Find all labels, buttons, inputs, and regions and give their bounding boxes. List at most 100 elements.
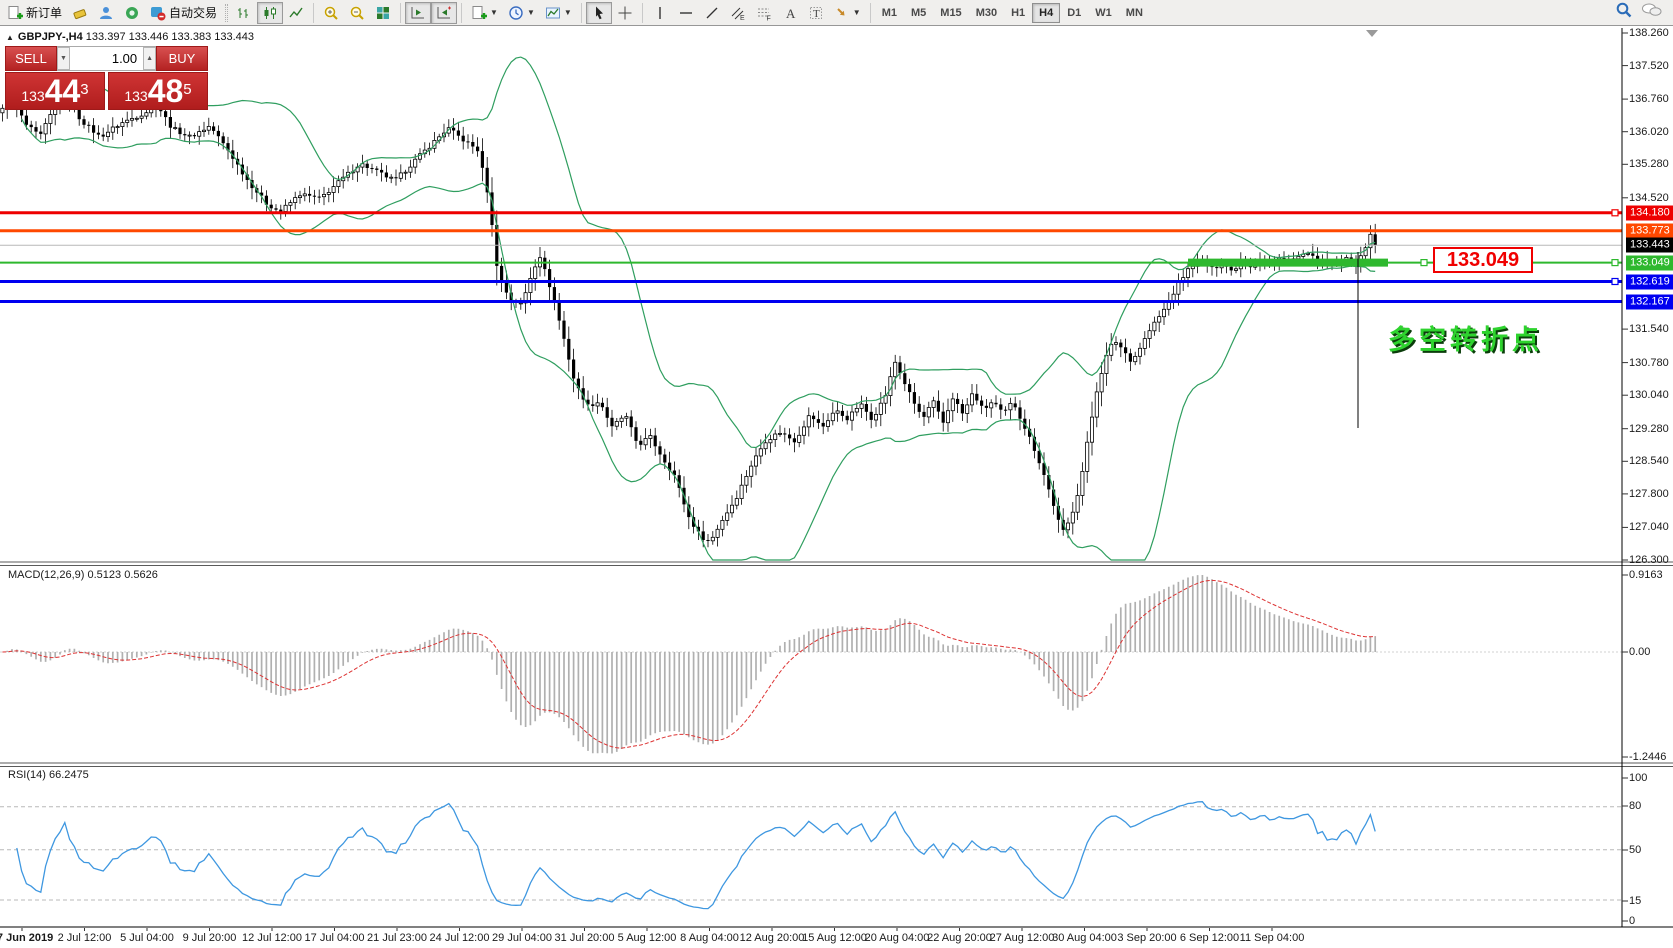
volume-increase-button[interactable]: ▲ xyxy=(143,47,156,70)
chart-window[interactable]: ▲GBPJPY-,H4 133.397 133.446 133.383 133.… xyxy=(0,26,1673,948)
price-line-label: 133.443 xyxy=(1626,238,1673,253)
buy-price[interactable]: 133485 xyxy=(108,72,208,110)
toolbar-separator xyxy=(642,3,643,23)
arrows-button[interactable]: ▼ xyxy=(829,2,866,24)
price-tick-label: 127.040 xyxy=(1629,521,1669,533)
buy-price-sup: 5 xyxy=(183,73,191,107)
svg-text:A: A xyxy=(786,6,796,21)
date-tick-label: 12 Jul 12:00 xyxy=(242,932,302,944)
autotrade-label: 自动交易 xyxy=(169,4,217,21)
date-tick-label: 5 Jul 04:00 xyxy=(120,932,174,944)
equidistant-channel-button[interactable]: E xyxy=(725,2,751,24)
zoom-in-icon xyxy=(323,5,339,21)
chart-canvas[interactable] xyxy=(0,26,1673,948)
equidistant-channel-icon: E xyxy=(730,5,746,21)
date-tick-label: 27 Jun 2019 xyxy=(0,932,53,944)
price-tick-label: 136.760 xyxy=(1629,93,1669,105)
timeframe-d1-button[interactable]: D1 xyxy=(1060,3,1088,23)
fibonacci-button[interactable]: F xyxy=(751,2,777,24)
period-button[interactable]: ▼ xyxy=(503,2,540,24)
candlestick-chart-button[interactable] xyxy=(257,2,283,24)
cursor-button[interactable] xyxy=(586,2,612,24)
macd-tick-label: -1.2446 xyxy=(1629,751,1666,763)
volume-decrease-button[interactable]: ▼ xyxy=(57,47,70,70)
trendline-button[interactable] xyxy=(699,2,725,24)
chat-icon[interactable] xyxy=(1641,1,1663,24)
bar-chart-icon xyxy=(236,5,252,21)
buy-button[interactable]: BUY xyxy=(156,46,208,71)
candlestick-chart-icon xyxy=(262,5,278,21)
vertical-line-button[interactable] xyxy=(647,2,673,24)
date-tick-label: 27 Aug 12:00 xyxy=(990,932,1055,944)
price-tick-label: 135.280 xyxy=(1629,158,1669,170)
timeframe-m15-button[interactable]: M15 xyxy=(933,3,968,23)
horizontal-line-button[interactable] xyxy=(673,2,699,24)
sell-price[interactable]: 133443 xyxy=(5,72,105,110)
line-handle xyxy=(1612,210,1618,216)
timeframe-h4-button[interactable]: H4 xyxy=(1032,3,1060,23)
timeframe-m30-button[interactable]: M30 xyxy=(969,3,1004,23)
timeframe-m1-button[interactable]: M1 xyxy=(875,3,904,23)
svg-text:E: E xyxy=(740,15,745,21)
svg-text:T: T xyxy=(813,8,820,20)
sell-price-prefix: 133 xyxy=(21,86,44,106)
date-tick-label: 29 Jul 04:00 xyxy=(492,932,552,944)
autotrade-button[interactable]: 自动交易 xyxy=(145,2,222,24)
date-tick-label: 2 Jul 12:00 xyxy=(58,932,112,944)
price-tick-label: 129.280 xyxy=(1629,423,1669,435)
symbol-header: ▲GBPJPY-,H4 133.397 133.446 133.383 133.… xyxy=(6,31,254,43)
date-tick-label: 12 Aug 20:00 xyxy=(740,932,805,944)
price-tick-label: 138.260 xyxy=(1629,27,1669,39)
price-tick-label: 137.520 xyxy=(1629,60,1669,72)
candle-wicks xyxy=(2,78,1375,548)
shift-end-icon xyxy=(410,5,426,21)
zoom-out-button[interactable] xyxy=(344,2,370,24)
candles-up xyxy=(1,87,1372,541)
line-chart-button[interactable] xyxy=(283,2,309,24)
autotrade-icon xyxy=(150,5,166,21)
eraser-button[interactable] xyxy=(67,2,93,24)
community-button[interactable] xyxy=(93,2,119,24)
text-icon: A xyxy=(782,5,798,21)
timeframe-m5-button[interactable]: M5 xyxy=(904,3,933,23)
rsi-tick-label: 80 xyxy=(1629,800,1641,812)
price-tick-label: 126.300 xyxy=(1629,554,1669,566)
price-tick-label: 128.540 xyxy=(1629,455,1669,467)
chart-text-annotation[interactable]: 多空转折点 xyxy=(1388,318,1543,357)
chevron-down-icon: ▼ xyxy=(527,8,535,17)
new-order-button[interactable]: 新订单 xyxy=(2,2,67,24)
tile-windows-button[interactable] xyxy=(370,2,396,24)
price-tick-label: 130.040 xyxy=(1629,389,1669,401)
shift-end-button[interactable] xyxy=(405,2,431,24)
crosshair-button[interactable] xyxy=(612,2,638,24)
new-order-icon xyxy=(7,5,23,21)
price-level-tag[interactable]: 133.049 xyxy=(1433,247,1533,273)
templates-button[interactable]: ▼ xyxy=(540,2,577,24)
auto-scroll-icon xyxy=(436,5,452,21)
date-tick-label: 24 Jul 12:00 xyxy=(430,932,490,944)
volume-input[interactable] xyxy=(70,47,143,70)
sell-button[interactable]: SELL xyxy=(5,46,57,71)
text-button[interactable]: A xyxy=(777,2,803,24)
timeframe-mn-button[interactable]: MN xyxy=(1119,3,1150,23)
templates-icon xyxy=(545,5,561,21)
macd-indicator-label: MACD(12,26,9) 0.5123 0.5626 xyxy=(8,569,158,581)
toolbar-separator xyxy=(870,3,871,23)
auto-scroll-button[interactable] xyxy=(431,2,457,24)
macd-tick-label: 0.9163 xyxy=(1629,569,1663,581)
horizontal-line-icon xyxy=(678,5,694,21)
new-order-label: 新订单 xyxy=(26,4,62,21)
date-tick-label: 5 Aug 12:00 xyxy=(618,932,677,944)
timeframe-w1-button[interactable]: W1 xyxy=(1088,3,1119,23)
zoom-in-button[interactable] xyxy=(318,2,344,24)
new-chart-button[interactable]: ▼ xyxy=(466,2,503,24)
timeframe-h1-button[interactable]: H1 xyxy=(1004,3,1032,23)
macd-value-1: 0.5123 xyxy=(87,569,121,581)
buy-price-big: 48 xyxy=(148,76,184,106)
collapse-ohlc-icon[interactable]: ▲ xyxy=(6,33,14,42)
search-icon[interactable] xyxy=(1615,1,1633,24)
text-label-button[interactable]: T xyxy=(803,2,829,24)
sounds-button[interactable] xyxy=(119,2,145,24)
bar-chart-button[interactable] xyxy=(231,2,257,24)
new-chart-icon xyxy=(471,5,487,21)
